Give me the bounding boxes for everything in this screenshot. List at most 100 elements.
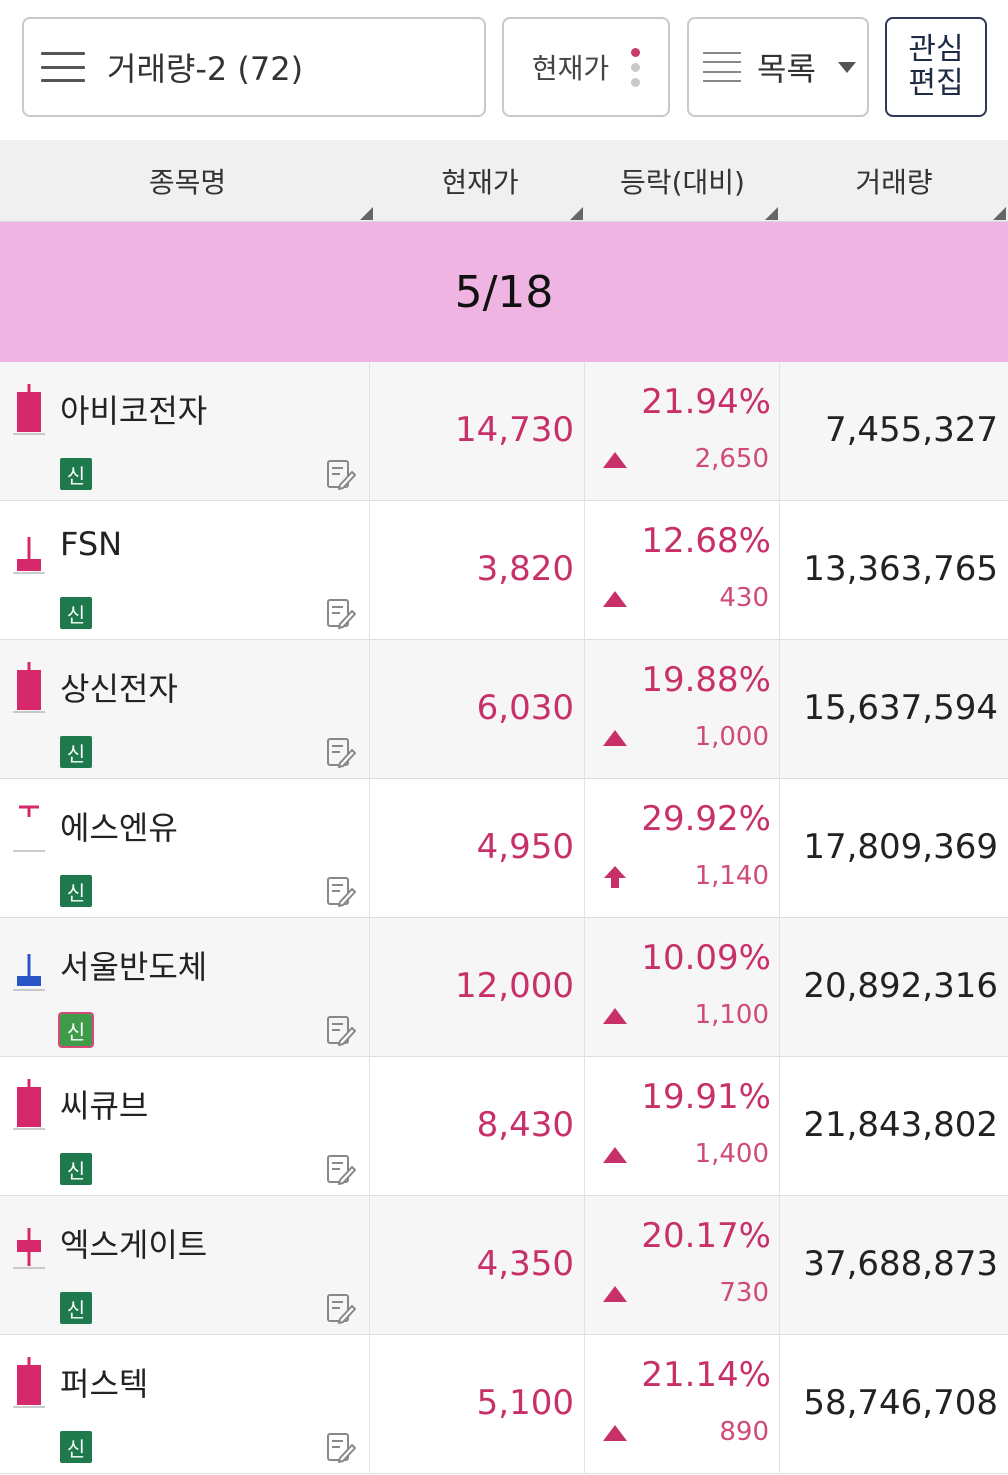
column-header-change[interactable]: 등락(대비) [585,140,780,222]
stock-name: 엑스게이트 [60,1226,208,1264]
stock-row[interactable]: 서울반도체 신 12,000 10.09% 1,100 20,892,316 [0,918,1008,1057]
volume-cell: 37,688,873 [780,1196,1008,1335]
volume-cell: 7,455,327 [780,362,1008,501]
stock-name: 서울반도체 [60,948,208,986]
change-amount: 730 [719,1278,769,1308]
new-listing-badge: 신 [60,1153,92,1185]
change-percent: 10.09% [641,938,771,978]
change-cell: 29.92% 1,140 [585,779,780,918]
edit-watchlist-button[interactable]: 관심 편집 [885,17,987,117]
column-header-change-label: 등락(대비) [620,166,745,199]
change-cell: 21.14% 890 [585,1335,780,1474]
current-price: 3,820 [476,549,574,589]
memo-edit-icon[interactable] [326,736,356,768]
stock-row[interactable]: 씨큐브 신 8,430 19.91% 1,400 21,843,802 [0,1057,1008,1196]
sort-indicator-icon [765,207,778,220]
volume-cell: 58,746,708 [780,1335,1008,1474]
candle-icon [13,384,45,435]
stock-row[interactable]: 상신전자 신 6,030 19.88% 1,000 15,637,594 [0,640,1008,779]
limit-up-arrow-icon [604,866,626,888]
up-triangle-icon [603,591,627,607]
trade-volume: 15,637,594 [803,688,998,728]
stock-row[interactable]: 아비코전자 신 14,730 21.94% 2,650 7,455,327 [0,362,1008,501]
current-price: 8,430 [476,1105,574,1145]
up-triangle-icon [603,1425,627,1441]
volume-cell: 17,809,369 [780,779,1008,918]
memo-edit-icon[interactable] [326,1014,356,1046]
change-percent: 12.68% [641,521,771,561]
column-header-volume-label: 거래량 [855,166,933,199]
change-cell: 19.88% 1,000 [585,640,780,779]
change-cell: 21.94% 2,650 [585,362,780,501]
change-amount: 1,140 [694,861,769,891]
memo-edit-icon[interactable] [326,1431,356,1463]
stock-row[interactable]: 엑스게이트 신 4,350 20.17% 730 37,688,873 [0,1196,1008,1335]
change-percent: 29.92% [641,799,771,839]
memo-edit-icon[interactable] [326,1153,356,1185]
view-mode-dropdown[interactable]: 목록 [687,17,869,117]
change-percent: 19.91% [641,1077,771,1117]
candle-icon [13,662,45,713]
column-header: 종목명 현재가 등락(대비) 거래량 [0,140,1008,222]
date-separator: 5/18 [0,222,1008,362]
current-price: 4,950 [476,827,574,867]
change-percent: 19.88% [641,660,771,700]
price-cell: 3,820 [370,501,585,640]
sort-indicator-icon [360,207,373,220]
up-triangle-icon [603,1008,627,1024]
view-mode-label: 목록 [757,50,816,88]
stock-name-cell: 씨큐브 신 [0,1057,370,1196]
group-selector-label: 거래량-2 (72) [107,50,304,88]
current-price: 12,000 [455,966,574,1006]
memo-edit-icon[interactable] [326,875,356,907]
stock-name: 퍼스텍 [60,1365,149,1403]
stock-name: 아비코전자 [60,392,208,430]
price-cell: 4,350 [370,1196,585,1335]
price-cell: 4,950 [370,779,585,918]
stock-name: 상신전자 [60,670,178,708]
change-cell: 10.09% 1,100 [585,918,780,1057]
stock-name-cell: 퍼스텍 신 [0,1335,370,1474]
new-listing-badge: 신 [60,1292,92,1324]
price-type-selector[interactable]: 현재가 [502,17,670,117]
trade-volume: 13,363,765 [803,549,998,589]
column-header-volume[interactable]: 거래량 [780,140,1008,222]
current-price: 4,350 [476,1244,574,1284]
price-cell: 8,430 [370,1057,585,1196]
change-cell: 19.91% 1,400 [585,1057,780,1196]
stock-name: 씨큐브 [60,1087,149,1125]
group-selector-button[interactable]: 거래량-2 (72) [22,17,486,117]
stock-row[interactable]: FSN 신 3,820 12.68% 430 13,363,765 [0,501,1008,640]
memo-edit-icon[interactable] [326,1292,356,1324]
new-listing-badge: 신 [60,597,92,629]
volume-cell: 20,892,316 [780,918,1008,1057]
column-header-price[interactable]: 현재가 [375,140,585,222]
price-type-label: 현재가 [531,52,610,85]
volume-cell: 21,843,802 [780,1057,1008,1196]
stock-row[interactable]: 퍼스텍 신 5,100 21.14% 890 58,746,708 [0,1335,1008,1474]
up-triangle-icon [603,1286,627,1302]
edit-watchlist-label: 관심 편집 [908,32,964,101]
change-amount: 1,000 [694,722,769,752]
change-percent: 21.94% [641,382,771,422]
stock-name: 에스엔유 [60,809,178,847]
column-header-name[interactable]: 종목명 [0,140,375,222]
candle-icon [13,1357,45,1408]
stock-name: FSN [60,525,123,563]
stock-list: 아비코전자 신 14,730 21.94% 2,650 7,455,327 FS… [0,362,1008,1474]
price-cell: 12,000 [370,918,585,1057]
page-dots-icon [631,47,641,87]
up-triangle-icon [603,1147,627,1163]
new-listing-badge: 신 [60,458,92,490]
stock-row[interactable]: 에스엔유 신 4,950 29.92% 1,140 17,809,369 [0,779,1008,918]
memo-edit-icon[interactable] [326,597,356,629]
chevron-down-icon [837,61,856,73]
memo-edit-icon[interactable] [326,458,356,490]
hamburger-menu-icon [41,52,85,82]
price-cell: 5,100 [370,1335,585,1474]
new-listing-badge: 신 [58,1012,94,1048]
candle-icon [13,954,45,991]
change-amount: 1,100 [694,1000,769,1030]
stock-name-cell: 에스엔유 신 [0,779,370,918]
change-percent: 20.17% [641,1216,771,1256]
